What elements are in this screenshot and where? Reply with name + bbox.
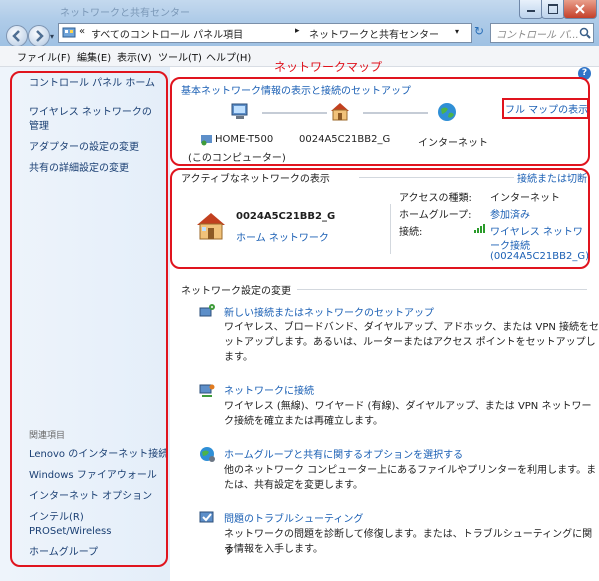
computer-sub: (このコンピューター) bbox=[188, 153, 286, 164]
minimize-icon bbox=[527, 10, 535, 12]
search-placeholder: コントロール パ... bbox=[496, 30, 579, 41]
search-icon[interactable] bbox=[579, 27, 591, 39]
network-map-heading: 基本ネットワーク情報の表示と接続のセットアップ bbox=[181, 86, 411, 97]
homegroup-label: ホームグループ: bbox=[399, 210, 472, 221]
computer-small-icon bbox=[201, 135, 212, 146]
connect-network-link[interactable]: ネットワークに接続 bbox=[224, 382, 314, 397]
homegroup-options-desc-2: たは、共有設定を変更します。 bbox=[224, 480, 363, 491]
menu-tools[interactable]: ツール(T) bbox=[158, 49, 202, 64]
menu-view[interactable]: 表示(V) bbox=[117, 49, 152, 64]
access-value: インターネット bbox=[490, 193, 560, 204]
close-icon bbox=[575, 4, 585, 14]
recent-pages-dropdown-icon[interactable]: ▾ bbox=[50, 32, 54, 41]
breadcrumb-network-center[interactable]: ネットワークと共有センター bbox=[309, 26, 439, 41]
sidebar-highlight bbox=[10, 71, 168, 567]
map-connector-1 bbox=[262, 112, 327, 114]
homegroup-options-icon bbox=[200, 447, 215, 462]
internet-name: インターネット bbox=[418, 138, 488, 149]
search-box[interactable]: コントロール パ... bbox=[490, 23, 594, 43]
breadcrumb-separator: ▸ bbox=[295, 26, 300, 36]
connect-network-desc-2: ク接続を確立または再確立します。 bbox=[224, 416, 383, 427]
forward-arrow-icon bbox=[36, 30, 44, 42]
control-panel-icon bbox=[62, 27, 76, 38]
settings-heading: ネットワーク設定の変更 bbox=[181, 286, 291, 297]
home-router-icon bbox=[331, 103, 349, 121]
new-connection-icon bbox=[199, 304, 215, 317]
network-map-annotation: ネットワークマップ bbox=[274, 60, 383, 74]
maximize-button[interactable] bbox=[541, 0, 565, 19]
network-name: 0024A5C21BB2_G bbox=[236, 211, 336, 222]
close-button[interactable] bbox=[563, 0, 597, 19]
home-network-icon bbox=[197, 213, 225, 240]
minimize-button[interactable] bbox=[519, 0, 543, 19]
new-connection-desc-2: ットアップします。あるいは、ルーターまたはアクセス ポイントをセットアップし bbox=[224, 337, 596, 348]
back-button[interactable] bbox=[6, 25, 28, 47]
new-connection-link[interactable]: 新しい接続またはネットワークのセットアップ bbox=[224, 304, 434, 319]
homegroup-value-link[interactable]: 参加済み bbox=[490, 206, 530, 221]
menu-edit[interactable]: 編集(E) bbox=[77, 49, 111, 64]
settings-rule bbox=[297, 289, 587, 290]
router-name: 0024A5C21BB2_G bbox=[299, 134, 391, 145]
connection-value-line1[interactable]: ワイヤレス ネットワ bbox=[490, 223, 583, 238]
connection-value-line3[interactable]: (0024A5C21BB2_G) bbox=[490, 251, 589, 262]
connection-value-line2[interactable]: ーク接続 bbox=[490, 237, 530, 252]
map-connector-2 bbox=[363, 112, 428, 114]
menu-file[interactable]: ファイル(F) bbox=[17, 49, 71, 64]
troubleshoot-icon bbox=[199, 511, 214, 523]
active-network-heading: アクティブなネットワークの表示 bbox=[181, 174, 330, 185]
connect-disconnect-link[interactable]: 接続または切断 bbox=[517, 170, 587, 185]
network-type-link[interactable]: ホーム ネットワーク bbox=[236, 229, 329, 244]
internet-globe-icon bbox=[438, 103, 456, 121]
address-dropdown-icon[interactable]: ▾ bbox=[455, 27, 459, 36]
wifi-signal-icon bbox=[474, 224, 485, 233]
troubleshoot-desc-2: る情報を入手します。 bbox=[224, 544, 323, 555]
computer-icon bbox=[231, 103, 248, 119]
active-divider bbox=[390, 204, 391, 254]
computer-name: HOME-T500 bbox=[215, 134, 274, 145]
maximize-icon bbox=[548, 4, 558, 14]
menu-help[interactable]: ヘルプ(H) bbox=[206, 49, 251, 64]
back-arrow-icon bbox=[12, 30, 20, 42]
connection-label: 接続: bbox=[399, 227, 423, 238]
troubleshoot-link[interactable]: 問題のトラブルシューティング bbox=[224, 510, 363, 525]
new-connection-desc-3: ます。 bbox=[224, 352, 253, 363]
address-prefix: « bbox=[79, 26, 86, 37]
address-bar[interactable]: « すべてのコントロール パネル項目 ▸ ネットワークと共有センター ▾ bbox=[58, 23, 472, 43]
full-map-link[interactable]: フル マップの表示 bbox=[505, 101, 588, 116]
homegroup-options-link[interactable]: ホームグループと共有に関するオプションを選択する bbox=[224, 446, 463, 461]
heading-rule bbox=[359, 177, 514, 178]
window-title: ネットワークと共有センター bbox=[60, 8, 190, 19]
breadcrumb-all-items[interactable]: すべてのコントロール パネル項目 bbox=[91, 26, 243, 41]
connect-network-icon bbox=[199, 384, 215, 397]
refresh-icon[interactable]: ↻ bbox=[474, 24, 484, 38]
access-label: アクセスの種類: bbox=[399, 193, 472, 204]
forward-button[interactable] bbox=[28, 25, 50, 47]
